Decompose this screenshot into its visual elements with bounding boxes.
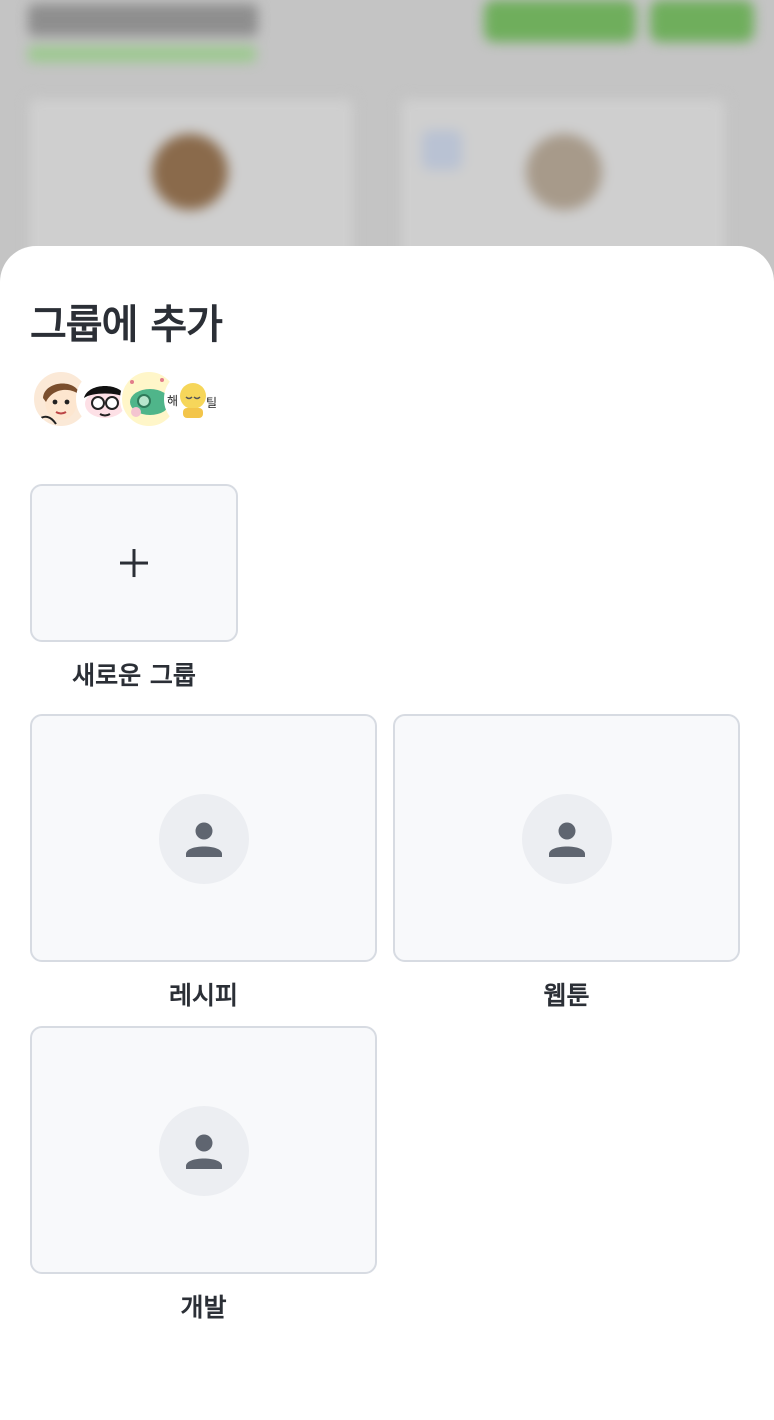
group-avatar — [159, 794, 249, 884]
background-underline — [28, 46, 256, 62]
avatar4-text-b: 틸 — [206, 396, 217, 410]
add-to-group-sheet: 그룹에 추가 해 틸 새로운 그룹 레시피 웹툰 개발 — [0, 246, 774, 1420]
group-label-webtoon: 웹툰 — [543, 981, 590, 1010]
group-tile-dev[interactable] — [30, 1026, 377, 1274]
person-icon — [549, 822, 585, 857]
group-avatar — [522, 794, 612, 884]
new-group-label: 새로운 그룹 — [72, 661, 196, 690]
background-small-icon — [422, 130, 462, 170]
background-title — [28, 4, 258, 36]
sheet-title: 그룹에 추가 — [30, 302, 223, 348]
avatar-4: 해 틸 — [164, 370, 222, 428]
person-icon — [186, 1134, 222, 1169]
group-label-dev: 개발 — [180, 1293, 227, 1322]
avatar4-text-a: 해 — [167, 394, 178, 408]
new-group-button[interactable] — [30, 484, 238, 642]
background-card-2 — [398, 96, 728, 266]
group-label-recipe: 레시피 — [168, 981, 238, 1010]
background-button-2 — [650, 0, 754, 42]
group-avatar — [159, 1106, 249, 1196]
plus-icon — [32, 538, 236, 586]
background-thumb-2 — [526, 134, 602, 210]
group-tile-webtoon[interactable] — [393, 714, 740, 962]
background-card-1 — [26, 96, 356, 266]
background-button-1 — [484, 0, 636, 42]
person-icon — [186, 822, 222, 857]
group-tile-recipe[interactable] — [30, 714, 377, 962]
background-thumb-1 — [152, 134, 228, 210]
